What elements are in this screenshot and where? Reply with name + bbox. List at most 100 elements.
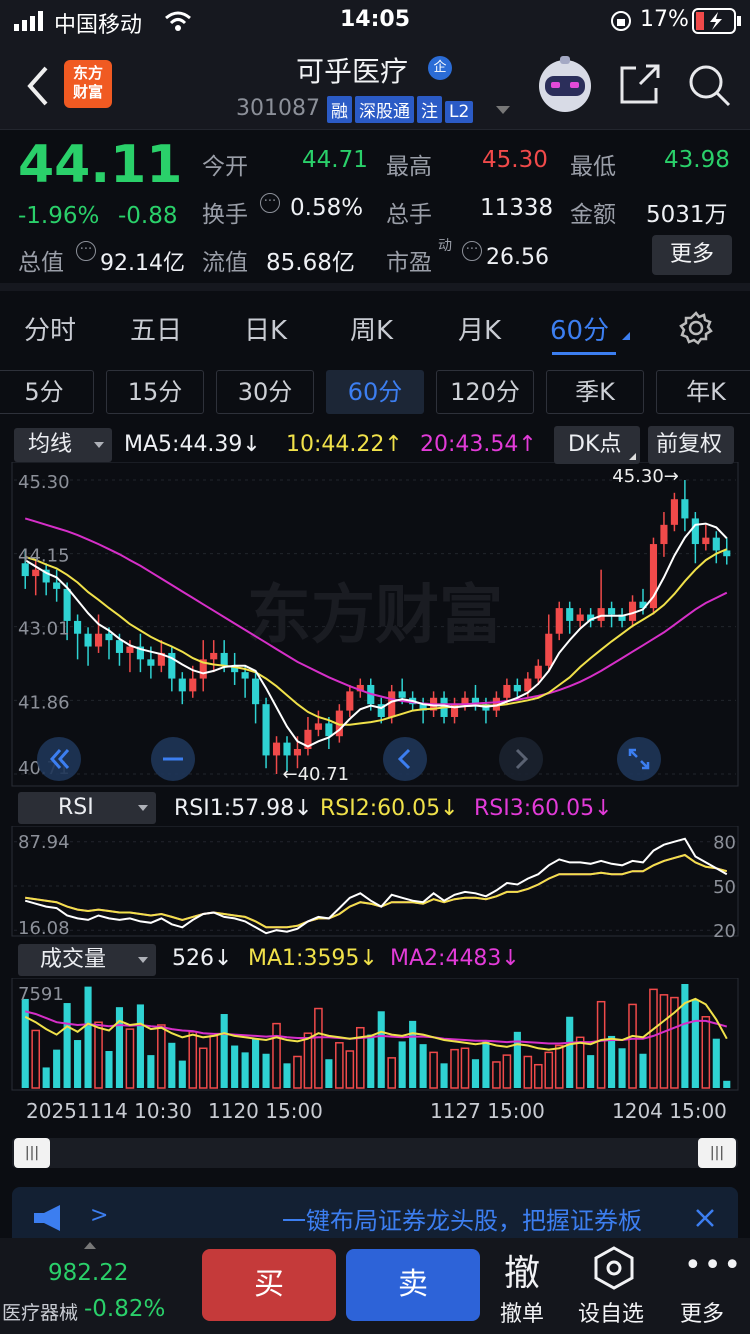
tab-dropdown-icon[interactable] <box>622 332 630 340</box>
slider-left-handle[interactable]: ||| <box>14 1138 50 1168</box>
dk-point-button[interactable]: DK点 <box>554 426 640 464</box>
market-cap-label: 总值 <box>18 250 64 276</box>
candle-body <box>566 608 574 621</box>
clock: 14:05 <box>340 7 411 32</box>
low-value: 43.98 <box>664 147 730 173</box>
tab-60min[interactable]: 60分 <box>550 310 609 347</box>
tab-intraday[interactable]: 分时 <box>24 310 76 347</box>
tab-daily-k[interactable]: 日K <box>244 310 287 347</box>
candle-body <box>314 723 322 730</box>
tab-60min-sub[interactable]: 60分 <box>326 370 424 414</box>
robot-assistant-icon[interactable] <box>534 54 596 114</box>
rotation-lock-icon <box>611 11 631 31</box>
slider-right-handle[interactable]: ||| <box>698 1138 736 1168</box>
cancel-order-button[interactable]: 撤 撤单 <box>496 1238 556 1334</box>
turnover-label: 换手 <box>202 202 248 228</box>
rewind-icon[interactable] <box>36 736 82 782</box>
candle-body <box>691 518 699 545</box>
tab-30min[interactable]: 30分 <box>216 370 314 414</box>
volume-bar <box>188 1031 198 1089</box>
dk-point-label: DK点 <box>568 432 622 457</box>
rsi3-value: RSI3:60.05↓ <box>474 796 613 821</box>
rsi-y-tick: 16.08 <box>18 918 70 938</box>
rsi-chart[interactable]: 87.94 16.08 80 50 20 <box>0 826 750 938</box>
volume-bar <box>272 1022 281 1089</box>
sell-button[interactable]: 卖 <box>346 1249 480 1321</box>
volume-bar <box>649 988 658 1089</box>
watermark: 东方财富 <box>247 579 503 653</box>
y-tick-label: 43.01 <box>18 619 70 640</box>
volume-bar <box>168 1042 176 1088</box>
volume-bar <box>303 1032 313 1089</box>
index-value[interactable]: 982.22 <box>48 1260 128 1286</box>
badge-registered: 注 <box>417 96 442 123</box>
volume-bar <box>325 1059 333 1088</box>
x-tick-label: 20251114 10:30 <box>26 1099 192 1123</box>
share-icon[interactable] <box>618 62 662 106</box>
add-watchlist-button[interactable]: 设自选 <box>576 1238 656 1334</box>
ma-selector-label: 均线 <box>28 432 73 457</box>
volume-selector[interactable]: 成交量 <box>18 944 156 976</box>
tab-15min[interactable]: 15分 <box>106 370 204 414</box>
volume-bar <box>587 1055 595 1088</box>
volume-bar <box>283 1063 291 1088</box>
candle-body <box>126 646 134 653</box>
enterprise-badge: 企 <box>428 56 452 80</box>
candle-body <box>283 742 291 756</box>
search-icon[interactable] <box>686 62 732 108</box>
scroll-left-icon[interactable] <box>382 736 428 782</box>
candle-body <box>84 633 92 647</box>
rsi-selector-label: RSI <box>58 795 94 820</box>
open-value: 44.71 <box>302 147 368 173</box>
volume-bar <box>157 1024 166 1089</box>
close-icon[interactable] <box>694 1207 716 1229</box>
battery-percent: 17% <box>640 7 689 32</box>
ma-selector[interactable]: 均线 <box>14 428 112 462</box>
fullscreen-icon[interactable] <box>616 736 662 782</box>
x-tick-label: 1127 15:00 <box>430 1099 545 1123</box>
candle-body <box>53 582 61 589</box>
info-icon[interactable]: ··· <box>260 193 280 213</box>
volume-bar <box>115 1007 124 1088</box>
tab-120min[interactable]: 120分 <box>436 370 534 414</box>
candle-body <box>210 652 218 660</box>
volume-bar <box>398 1041 406 1088</box>
candle-body <box>608 608 616 615</box>
scroll-right-icon[interactable] <box>498 736 544 782</box>
amount-label: 金额 <box>570 202 616 228</box>
app-logo[interactable]: 东方 财富 <box>64 60 112 108</box>
back-icon[interactable] <box>26 66 50 106</box>
tab-5min[interactable]: 5分 <box>0 370 94 414</box>
candle-body <box>220 652 228 666</box>
code-dropdown-icon[interactable] <box>496 106 510 114</box>
buy-button[interactable]: 买 <box>202 1249 336 1321</box>
more-button[interactable]: 更多 <box>652 235 732 275</box>
volume-bar <box>31 1029 41 1089</box>
volume-bar <box>544 1051 554 1089</box>
tab-weekly-k[interactable]: 周K <box>350 310 393 347</box>
volume-bar <box>409 1020 417 1088</box>
volume-bar <box>482 1040 490 1088</box>
volume-bar <box>74 1040 82 1088</box>
info-icon[interactable]: ··· <box>76 241 96 261</box>
forward-adjust-button[interactable]: 前复权 <box>648 426 734 464</box>
zoom-out-icon[interactable] <box>150 736 196 782</box>
index-expand-icon[interactable] <box>84 1242 96 1249</box>
tab-five-day[interactable]: 五日 <box>130 310 182 347</box>
candle-body <box>272 742 281 756</box>
settings-gear-icon[interactable] <box>678 310 714 346</box>
chart-range-slider[interactable] <box>12 1138 738 1168</box>
float-cap-value: 85.68亿 <box>266 250 355 276</box>
volume-bar <box>533 1063 543 1089</box>
hexagon-add-icon <box>594 1246 634 1290</box>
candle-body <box>293 749 302 756</box>
turnover-value: 0.58% <box>290 195 364 221</box>
volume-chart[interactable]: 7591 20251114 10:30 1120 15:00 1127 15:00 12… <box>0 978 750 1128</box>
tab-monthly-k[interactable]: 月K <box>458 310 501 347</box>
tab-yearly-k[interactable]: 年K <box>656 370 750 414</box>
volume-bar <box>712 1038 720 1088</box>
info-icon[interactable]: ··· <box>462 241 482 261</box>
tab-quarterly-k[interactable]: 季K <box>546 370 644 414</box>
rsi-selector[interactable]: RSI <box>18 792 156 824</box>
more-actions-button[interactable]: ••• 更多 <box>676 1238 741 1334</box>
